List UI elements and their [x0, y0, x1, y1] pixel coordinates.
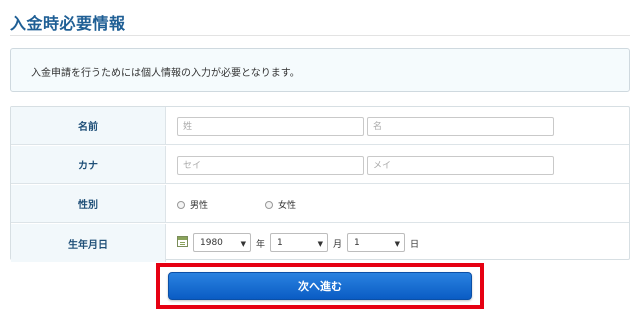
notice-box: 入金申請を行うためには個人情報の入力が必要となります。 — [10, 48, 630, 92]
name-fields — [167, 107, 629, 144]
birthday-row: 生年月日 1980 ▼ 年 1 ▼ 月 1 ▼ 日 — [11, 224, 629, 262]
personal-info-form: 名前 カナ 性別 男性 女性 生年月日 — [10, 106, 630, 262]
first-name-kana-input[interactable] — [367, 156, 554, 175]
female-radio[interactable] — [265, 200, 273, 209]
birth-month-select[interactable]: 1 ▼ — [270, 233, 328, 252]
birth-year-select[interactable]: 1980 ▼ — [193, 233, 251, 252]
name-row: 名前 — [11, 107, 629, 145]
kana-label: カナ — [11, 146, 166, 183]
kana-fields — [167, 146, 629, 183]
last-name-kana-input[interactable] — [177, 156, 364, 175]
title-divider — [10, 35, 630, 36]
name-label: 名前 — [11, 107, 166, 144]
calendar-icon[interactable] — [177, 236, 188, 247]
day-unit: 日 — [410, 240, 420, 250]
highlight-frame: 次へ進む — [156, 263, 484, 309]
next-button[interactable]: 次へ進む — [168, 272, 472, 300]
chevron-down-icon: ▼ — [317, 240, 323, 248]
year-unit: 年 — [256, 240, 266, 250]
male-label: 男性 — [190, 201, 209, 211]
chevron-down-icon: ▼ — [394, 240, 400, 248]
birthday-label: 生年月日 — [11, 224, 166, 262]
birth-day-select[interactable]: 1 ▼ — [347, 233, 405, 252]
gender-option-male[interactable]: 男性 — [177, 198, 208, 211]
gender-option-female[interactable]: 女性 — [265, 198, 296, 211]
birthday-fields: 1980 ▼ 年 1 ▼ 月 1 ▼ 日 — [167, 224, 629, 262]
month-unit: 月 — [333, 240, 343, 250]
gender-row: 性別 男性 女性 — [11, 185, 629, 223]
female-label: 女性 — [278, 201, 297, 211]
page-title: 入金時必要情報 — [10, 14, 126, 33]
first-name-input[interactable] — [367, 117, 554, 136]
last-name-input[interactable] — [177, 117, 364, 136]
gender-fields: 男性 女性 — [167, 185, 629, 222]
birth-day-value: 1 — [354, 238, 360, 248]
notice-text: 入金申請を行うためには個人情報の入力が必要となります。 — [31, 68, 300, 79]
gender-label: 性別 — [11, 185, 166, 222]
kana-row: カナ — [11, 146, 629, 184]
chevron-down-icon: ▼ — [240, 240, 246, 248]
male-radio[interactable] — [177, 200, 185, 209]
birth-month-value: 1 — [277, 238, 283, 248]
birth-year-value: 1980 — [200, 238, 223, 248]
